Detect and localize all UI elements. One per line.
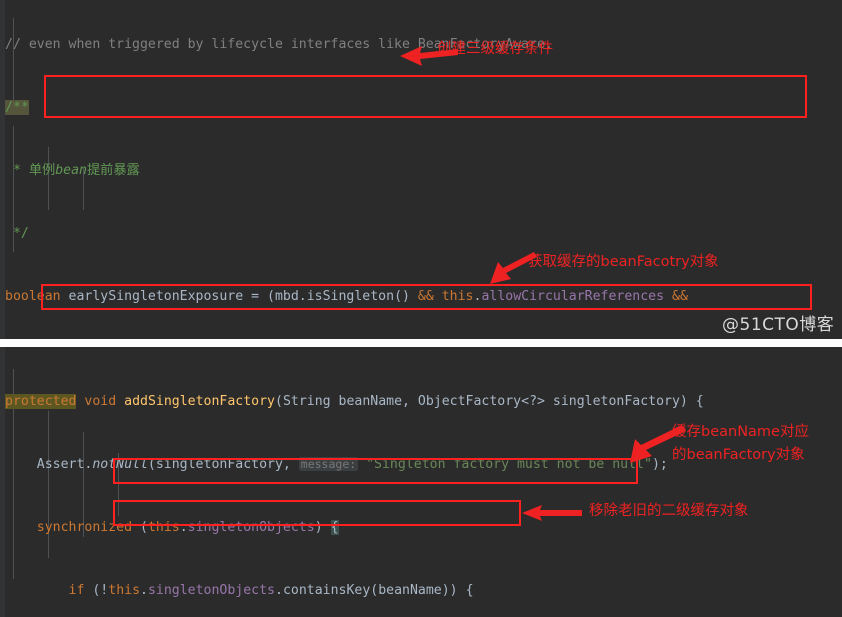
anno-cache-beanname-mapping-line2: 的beanFactory对象 (672, 447, 805, 463)
code-line: /** (5, 100, 29, 115)
code-line: if (!this.singletonObjects.containsKey(b… (68, 583, 474, 598)
anno-get-cached-beanfactory: 获取缓存的beanFacotry对象 (528, 254, 719, 270)
watermark-top: @51CTO博客 (722, 315, 835, 335)
screenshot-root: // even when triggered by lifecycle inte… (0, 0, 842, 617)
code-line: // even when triggered by lifecycle inte… (5, 37, 553, 52)
code-line: * 单例bean提前暴露 (5, 163, 140, 178)
code-line: boolean earlySingletonExposure = (mbd.is… (5, 289, 688, 304)
code-line: protected void addSingletonFactory(Strin… (5, 394, 704, 409)
anno-create-third-level-cache-condition: 创建三级缓存条件 (437, 41, 553, 57)
code-line: */ (5, 226, 29, 241)
parameter-hint: message: (298, 457, 359, 471)
anno-cache-beanname-mapping-line1: 缓存beanName对应 (672, 424, 809, 440)
code-panel-bottom[interactable]: protected void addSingletonFactory(Strin… (0, 347, 842, 617)
code-panel-top[interactable]: // even when triggered by lifecycle inte… (0, 0, 842, 339)
anno-remove-old-second-level-cache: 移除老旧的二级缓存对象 (589, 503, 749, 519)
